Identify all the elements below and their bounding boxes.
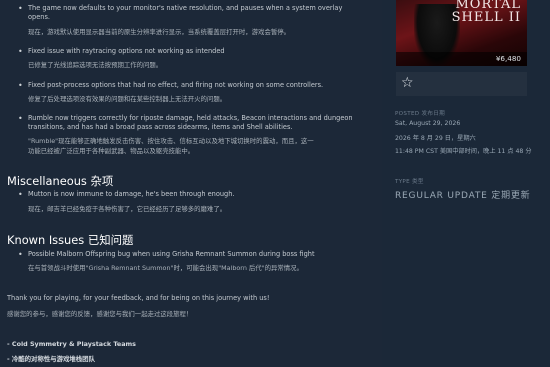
thanks-zh: 感谢您的参与，感谢您的反馈，感谢您与我们一起走过这段旅程！: [7, 310, 193, 318]
star-outline-icon: ☆: [401, 75, 414, 91]
posted-time: 11:48 PM CST 美国中部时间，晚上 11 点 48 分: [395, 148, 532, 155]
patch-notes-body: • The game now defaults to your monitor'…: [0, 0, 382, 367]
bullet-dot: •: [18, 4, 23, 13]
price-bar[interactable]: ¥6,480: [396, 52, 527, 66]
note-zh: 功能已经被广泛应用于各种副武器、物品以及躯壳技能中。: [28, 147, 195, 155]
credit-en: - Cold Symmetry & Playstack Teams: [7, 340, 136, 348]
note-zh: "Rumble"现在能够正确地触发反击伤害、按住攻击、信标互动以及地下城切换时的…: [28, 137, 314, 145]
note-en: Mutton is now immune to damage, he's bee…: [28, 190, 235, 198]
note-zh: 修复了后处理选项没有效果的问题和在某些控制器上无法开火的问题。: [28, 95, 227, 103]
bullet-dot: •: [18, 190, 23, 199]
bullet-dot: •: [18, 250, 23, 259]
note-en: transitions, and has had a broad pass ac…: [28, 123, 293, 131]
note-en: Fixed issue with raytracing options not …: [28, 47, 225, 55]
type-value: REGULAR UPDATE 定期更新: [395, 191, 531, 201]
note-zh: 在与首领战斗时使用"Grisha Remnant Summon"时，可能会出现"…: [28, 264, 303, 272]
section-heading-known-issues: Known Issues 已知问题: [7, 233, 134, 247]
note-zh: 现在，邮吉羊已经免疫于各种伤害了，它已经经历了足够多的磨难了。: [28, 205, 227, 213]
wishlist-button[interactable]: ☆: [396, 72, 527, 96]
thanks-en: Thank you for playing, for your feedback…: [7, 294, 270, 302]
note-en: opens.: [28, 13, 50, 21]
bullet-dot: •: [18, 114, 23, 123]
game-price: ¥6,480: [495, 54, 521, 63]
note-zh: 已修复了光线追踪选项无法按预期工作的问题。: [28, 61, 163, 69]
sidebar: MORTAL SHELL II ¥6,480 ☆ POSTED 发布日期 Sat…: [382, 0, 550, 367]
note-en: Rumble now triggers correctly for ripost…: [28, 114, 353, 122]
posted-date-en: Sat, August 29, 2026: [395, 120, 461, 127]
game-logo: MORTAL SHELL II: [452, 0, 521, 24]
logo-line-2: SHELL II: [451, 10, 521, 25]
posted-label: POSTED 发布日期: [395, 111, 446, 117]
bullet-dot: •: [18, 81, 23, 90]
section-heading-miscellaneous: Miscellaneous 杂项: [7, 174, 114, 188]
note-zh: 现在，游戏默认使用显示器当前的原生分辨率进行显示，当系统覆盖层打开时，游戏会暂停…: [28, 28, 291, 36]
credit-zh: - 冷酷的对称性与游戏堆栈团队: [7, 355, 95, 363]
note-en: Fixed post-process options that had no e…: [28, 81, 324, 89]
type-label: TYPE 类型: [395, 179, 424, 185]
note-en: Possible Malborn Offspring bug when usin…: [28, 250, 315, 258]
note-en: The game now defaults to your monitor's …: [28, 4, 343, 12]
posted-date-zh: 2026 年 8 月 29 日，星期六: [395, 135, 476, 142]
bullet-dot: •: [18, 47, 23, 56]
